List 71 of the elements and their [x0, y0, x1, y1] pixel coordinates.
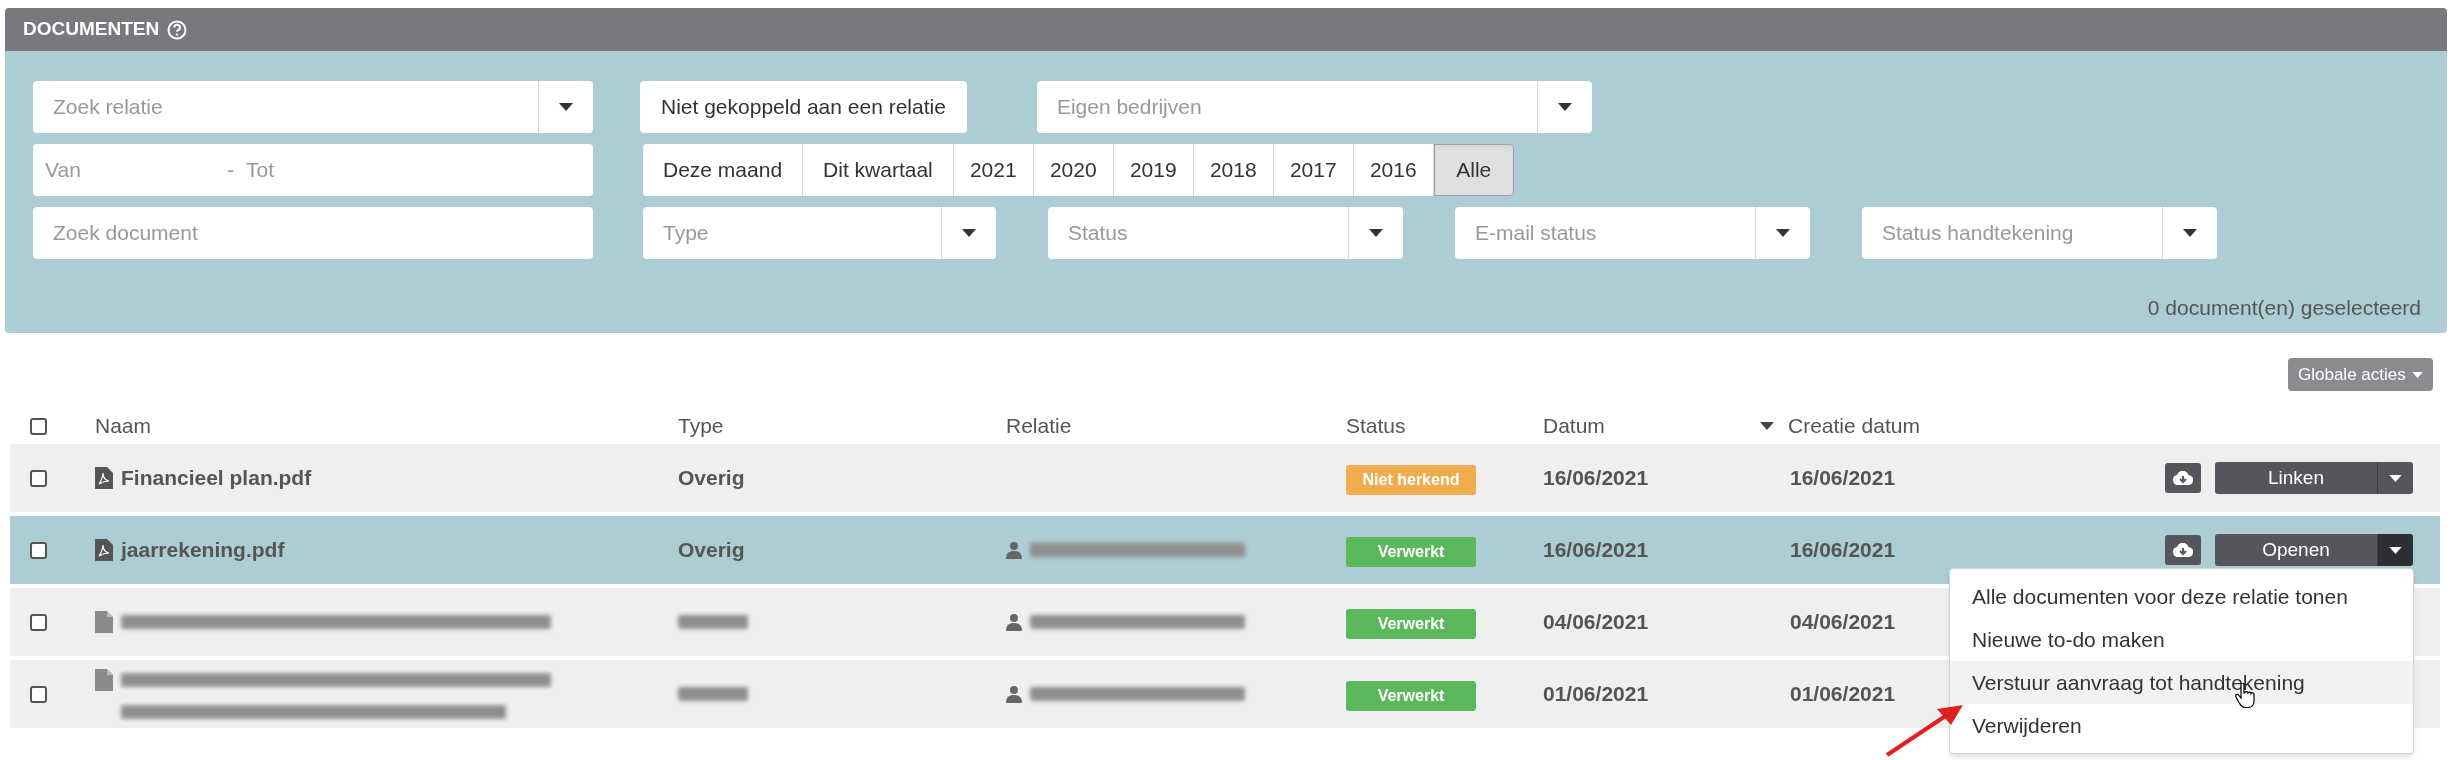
column-header[interactable]: Datum: [1543, 410, 1605, 442]
person-icon: [1006, 541, 1022, 559]
column-header[interactable]: Type: [678, 410, 724, 442]
sort-icon: [1760, 422, 1774, 430]
caret-icon: [559, 103, 573, 111]
caret-icon: [1776, 229, 1790, 237]
checkbox[interactable]: [30, 685, 47, 703]
date-text: 16/06/2021: [1790, 538, 1896, 562]
date-text: 16/06/2021: [1543, 538, 1649, 562]
period-tab[interactable]: 2018: [1193, 144, 1274, 196]
date-text: 01/06/2021: [1543, 682, 1649, 706]
period-tab[interactable]: 2019: [1113, 144, 1194, 196]
caret-icon: [2411, 371, 2423, 378]
period-tab[interactable]: 2020: [1033, 144, 1114, 196]
caret-icon: [2389, 546, 2402, 554]
arrow-icon: [1885, 703, 1965, 757]
caret-icon: [1557, 103, 1572, 111]
column-header[interactable]: Status: [1346, 410, 1406, 442]
document-name[interactable]: Financieel plan.pdf: [121, 462, 312, 494]
date-text: 16/06/2021: [1790, 466, 1896, 490]
checkbox[interactable]: [30, 417, 47, 435]
dropdown-toggle[interactable]: [2377, 462, 2413, 494]
period-tab[interactable]: Alle: [1433, 144, 1514, 196]
file-icon: [95, 669, 113, 691]
checkbox[interactable]: [30, 541, 47, 559]
panel-title: DOCUMENTEN: [23, 17, 160, 42]
dropdown-toggle[interactable]: [2377, 534, 2413, 566]
date-text: 16/06/2021: [1543, 466, 1649, 490]
type-text: Overig: [678, 538, 745, 562]
status-badge: Verwerkt: [1346, 536, 1476, 567]
period-tab[interactable]: 2017: [1273, 144, 1354, 196]
action-button[interactable]: Openen: [2215, 534, 2377, 566]
table-row[interactable]: Financieel plan.pdf Overig Niet herkend 16/06/2021 16/06/2021 Linken: [10, 444, 2440, 512]
pdf-file-icon: [95, 539, 113, 561]
help-icon: [167, 19, 188, 40]
search-field[interactable]: Zoek document: [33, 207, 593, 259]
person-icon: [1006, 685, 1022, 703]
period-tab[interactable]: 2016: [1353, 144, 1434, 196]
column-header[interactable]: Relatie: [1006, 410, 1072, 442]
column-header[interactable]: Creatie datum: [1788, 410, 1920, 442]
person-icon: [1006, 613, 1022, 631]
pdf-file-icon: [95, 467, 113, 489]
date-to-field[interactable]: Tot: [246, 154, 446, 186]
period-tab[interactable]: Dit kwartaal: [803, 144, 954, 196]
date-text: 04/06/2021: [1790, 610, 1896, 634]
column-header[interactable]: Naam: [95, 410, 152, 442]
status-badge: Verwerkt: [1346, 680, 1476, 711]
caret-icon: [2183, 229, 2197, 237]
period-tab[interactable]: 2021: [953, 144, 1034, 196]
type-text: Overig: [678, 466, 745, 490]
period-tab[interactable]: Deze maand: [643, 144, 804, 196]
caret-icon: [962, 229, 976, 237]
range-separator: -: [227, 157, 234, 184]
checkbox[interactable]: [30, 469, 47, 487]
selection-count: 0 document(en) geselecteerd: [2147, 294, 2421, 321]
caret-icon: [2389, 474, 2402, 482]
status-badge: Verwerkt: [1346, 608, 1476, 639]
cloud-download-icon: [2173, 543, 2193, 557]
date-text: 01/06/2021: [1790, 682, 1896, 706]
checkbox[interactable]: [30, 613, 47, 631]
date-text: 04/06/2021: [1543, 610, 1649, 634]
document-name[interactable]: jaarrekening.pdf: [121, 534, 285, 566]
download-button[interactable]: [2165, 535, 2201, 565]
cloud-download-icon: [2173, 471, 2193, 485]
download-button[interactable]: [2165, 463, 2201, 493]
status-badge: Niet herkend: [1346, 464, 1476, 495]
action-button[interactable]: Linken: [2215, 462, 2377, 494]
date-from-field[interactable]: Van: [45, 154, 215, 186]
unlinked-button[interactable]: Niet gekoppeld aan een relatie: [640, 81, 967, 133]
caret-icon: [1369, 229, 1383, 237]
file-icon: [95, 611, 113, 633]
